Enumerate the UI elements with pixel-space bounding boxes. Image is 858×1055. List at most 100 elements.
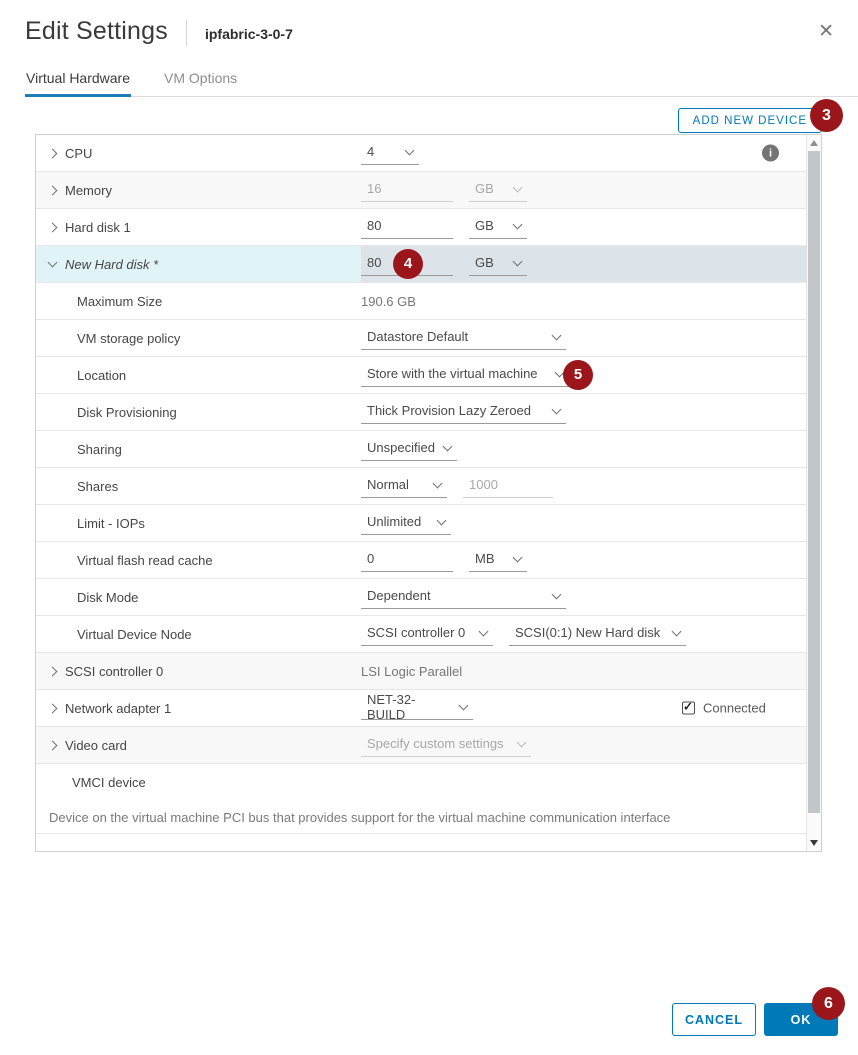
row-controls: 4 bbox=[361, 141, 806, 165]
input-field[interactable]: 80 bbox=[361, 215, 453, 239]
select-value: GB bbox=[475, 255, 494, 270]
row-label-cell: Hard disk 1 bbox=[36, 209, 361, 245]
add-new-device-button[interactable]: ADD NEW DEVICE bbox=[678, 108, 822, 133]
input-field[interactable]: 804 bbox=[361, 252, 453, 276]
row-label: Video card bbox=[65, 738, 127, 753]
row-cpu[interactable]: CPU 4 i bbox=[36, 135, 806, 172]
select-value: MB bbox=[475, 551, 495, 566]
row-scsi-controller-0[interactable]: SCSI controller 0LSI Logic Parallel bbox=[36, 653, 806, 690]
select-value: Unspecified bbox=[367, 440, 435, 455]
select-value: Specify custom settings bbox=[367, 736, 504, 751]
connected-checkbox[interactable] bbox=[682, 702, 695, 715]
select-value: Thick Provision Lazy Zeroed bbox=[367, 403, 531, 418]
row-controls: LSI Logic Parallel bbox=[361, 664, 806, 679]
row-controls: 0 MB bbox=[361, 548, 806, 572]
row-hard-disk-1[interactable]: Hard disk 1 80 GB bbox=[36, 209, 806, 246]
select-gb: GB bbox=[469, 178, 527, 202]
row-controls: Thick Provision Lazy Zeroed bbox=[361, 400, 806, 424]
chevron-right-icon[interactable] bbox=[48, 148, 58, 158]
select-unspecified[interactable]: Unspecified bbox=[361, 437, 457, 461]
dialog-footer: CANCEL OK 6 bbox=[672, 1003, 838, 1036]
chevron-right-icon[interactable] bbox=[48, 185, 58, 195]
row-label: Shares bbox=[77, 479, 118, 494]
row-vm-storage-policy: VM storage policy Datastore Default bbox=[36, 320, 806, 357]
row-shares: Shares Normal 1000 bbox=[36, 468, 806, 505]
row-limit-iops: Limit - IOPsUnlimited bbox=[36, 505, 806, 542]
select-gb[interactable]: GB bbox=[469, 252, 527, 276]
chevron-down-icon bbox=[513, 219, 523, 229]
row-maximum-size: Maximum Size190.6 GB bbox=[36, 283, 806, 320]
scroll-down-arrow-icon[interactable] bbox=[810, 840, 818, 846]
row-label: Location bbox=[77, 368, 126, 383]
input-value: 80 bbox=[367, 218, 381, 233]
chevron-right-icon[interactable] bbox=[48, 740, 58, 750]
row-location: Location Store with the virtual machine5 bbox=[36, 357, 806, 394]
device-description: Device on the virtual machine PCI bus th… bbox=[49, 810, 670, 825]
input-value: 16 bbox=[367, 181, 381, 196]
input-field[interactable]: 0 bbox=[361, 548, 453, 572]
input-field: 16 bbox=[361, 178, 453, 202]
row-label-cell: New Hard disk * bbox=[36, 246, 361, 282]
readonly-value: 190.6 GB bbox=[361, 294, 416, 309]
info-icon[interactable]: i bbox=[762, 145, 779, 162]
select-datastore-default[interactable]: Datastore Default bbox=[361, 326, 566, 350]
row-label-cell: SCSI controller 0 bbox=[36, 653, 361, 689]
select-value: Dependent bbox=[367, 588, 431, 603]
chevron-down-icon bbox=[459, 700, 469, 710]
row-label-cell: Location bbox=[36, 357, 361, 393]
row-network-adapter-1[interactable]: Network adapter 1NET-32-BUILDConnected bbox=[36, 690, 806, 727]
row-controls: Store with the virtual machine5 bbox=[361, 363, 806, 387]
select-gb[interactable]: GB bbox=[469, 215, 527, 239]
row-controls: 804 GB bbox=[361, 252, 806, 276]
input-value: 1000 bbox=[469, 477, 498, 492]
row-label-cell: Shares bbox=[36, 468, 361, 504]
scroll-up-arrow-icon[interactable] bbox=[810, 140, 818, 146]
close-icon[interactable]: ✕ bbox=[818, 22, 834, 41]
select-4[interactable]: 4 bbox=[361, 141, 419, 165]
cancel-button[interactable]: CANCEL bbox=[672, 1003, 756, 1036]
connected-checkbox-group: Connected bbox=[682, 701, 766, 716]
select-normal[interactable]: Normal bbox=[361, 474, 447, 498]
select-unlimited[interactable]: Unlimited bbox=[361, 511, 451, 535]
row-label: VM storage policy bbox=[77, 331, 180, 346]
select-net-32-build[interactable]: NET-32-BUILD bbox=[361, 696, 473, 720]
chevron-right-icon[interactable] bbox=[48, 666, 58, 676]
row-label-cell: Disk Mode bbox=[36, 579, 361, 615]
scrollbar[interactable] bbox=[806, 135, 821, 851]
select-value: Normal bbox=[367, 477, 409, 492]
tab-virtual-hardware[interactable]: Virtual Hardware bbox=[25, 70, 131, 96]
row-label-cell: Sharing bbox=[36, 431, 361, 467]
row-controls: Datastore Default bbox=[361, 326, 806, 350]
row-label-cell: Virtual flash read cache bbox=[36, 542, 361, 578]
chevron-down-icon bbox=[552, 589, 562, 599]
row-video-card[interactable]: Video card Specify custom settings bbox=[36, 727, 806, 764]
row-label: Memory bbox=[65, 183, 112, 198]
row-label: Hard disk 1 bbox=[65, 220, 131, 235]
step-badge-3: 3 bbox=[810, 99, 843, 132]
select-value: GB bbox=[475, 218, 494, 233]
select-scsi-0-1-new-hard-disk[interactable]: SCSI(0:1) New Hard disk bbox=[509, 622, 686, 646]
select-thick-provision-lazy-zeroed[interactable]: Thick Provision Lazy Zeroed bbox=[361, 400, 566, 424]
select-scsi-controller-0[interactable]: SCSI controller 0 bbox=[361, 622, 493, 646]
toolbar: ADD NEW DEVICE 3 bbox=[0, 97, 858, 133]
row-new-hard-disk[interactable]: New Hard disk *804 GB bbox=[36, 246, 806, 283]
select-store-with-the-virtual-machine[interactable]: Store with the virtual machine5 bbox=[361, 363, 569, 387]
select-mb[interactable]: MB bbox=[469, 548, 527, 572]
row-controls: Unlimited bbox=[361, 511, 806, 535]
chevron-down-icon bbox=[405, 145, 415, 155]
scrollbar-thumb[interactable] bbox=[808, 151, 820, 813]
chevron-right-icon[interactable] bbox=[48, 222, 58, 232]
select-dependent[interactable]: Dependent bbox=[361, 585, 566, 609]
chevron-down-icon bbox=[513, 256, 523, 266]
tab-vm-options[interactable]: VM Options bbox=[163, 70, 238, 96]
chevron-right-icon[interactable] bbox=[48, 703, 58, 713]
step-badge-6: 6 bbox=[812, 987, 845, 1020]
row-memory[interactable]: Memory 16 GB bbox=[36, 172, 806, 209]
select-value: GB bbox=[475, 181, 494, 196]
chevron-down-icon[interactable] bbox=[48, 258, 58, 268]
checkbox-label: Connected bbox=[703, 701, 766, 716]
row-label: Disk Provisioning bbox=[77, 405, 177, 420]
select-value: 4 bbox=[367, 144, 374, 159]
row-label: CPU bbox=[65, 146, 92, 161]
chevron-down-icon bbox=[433, 478, 443, 488]
